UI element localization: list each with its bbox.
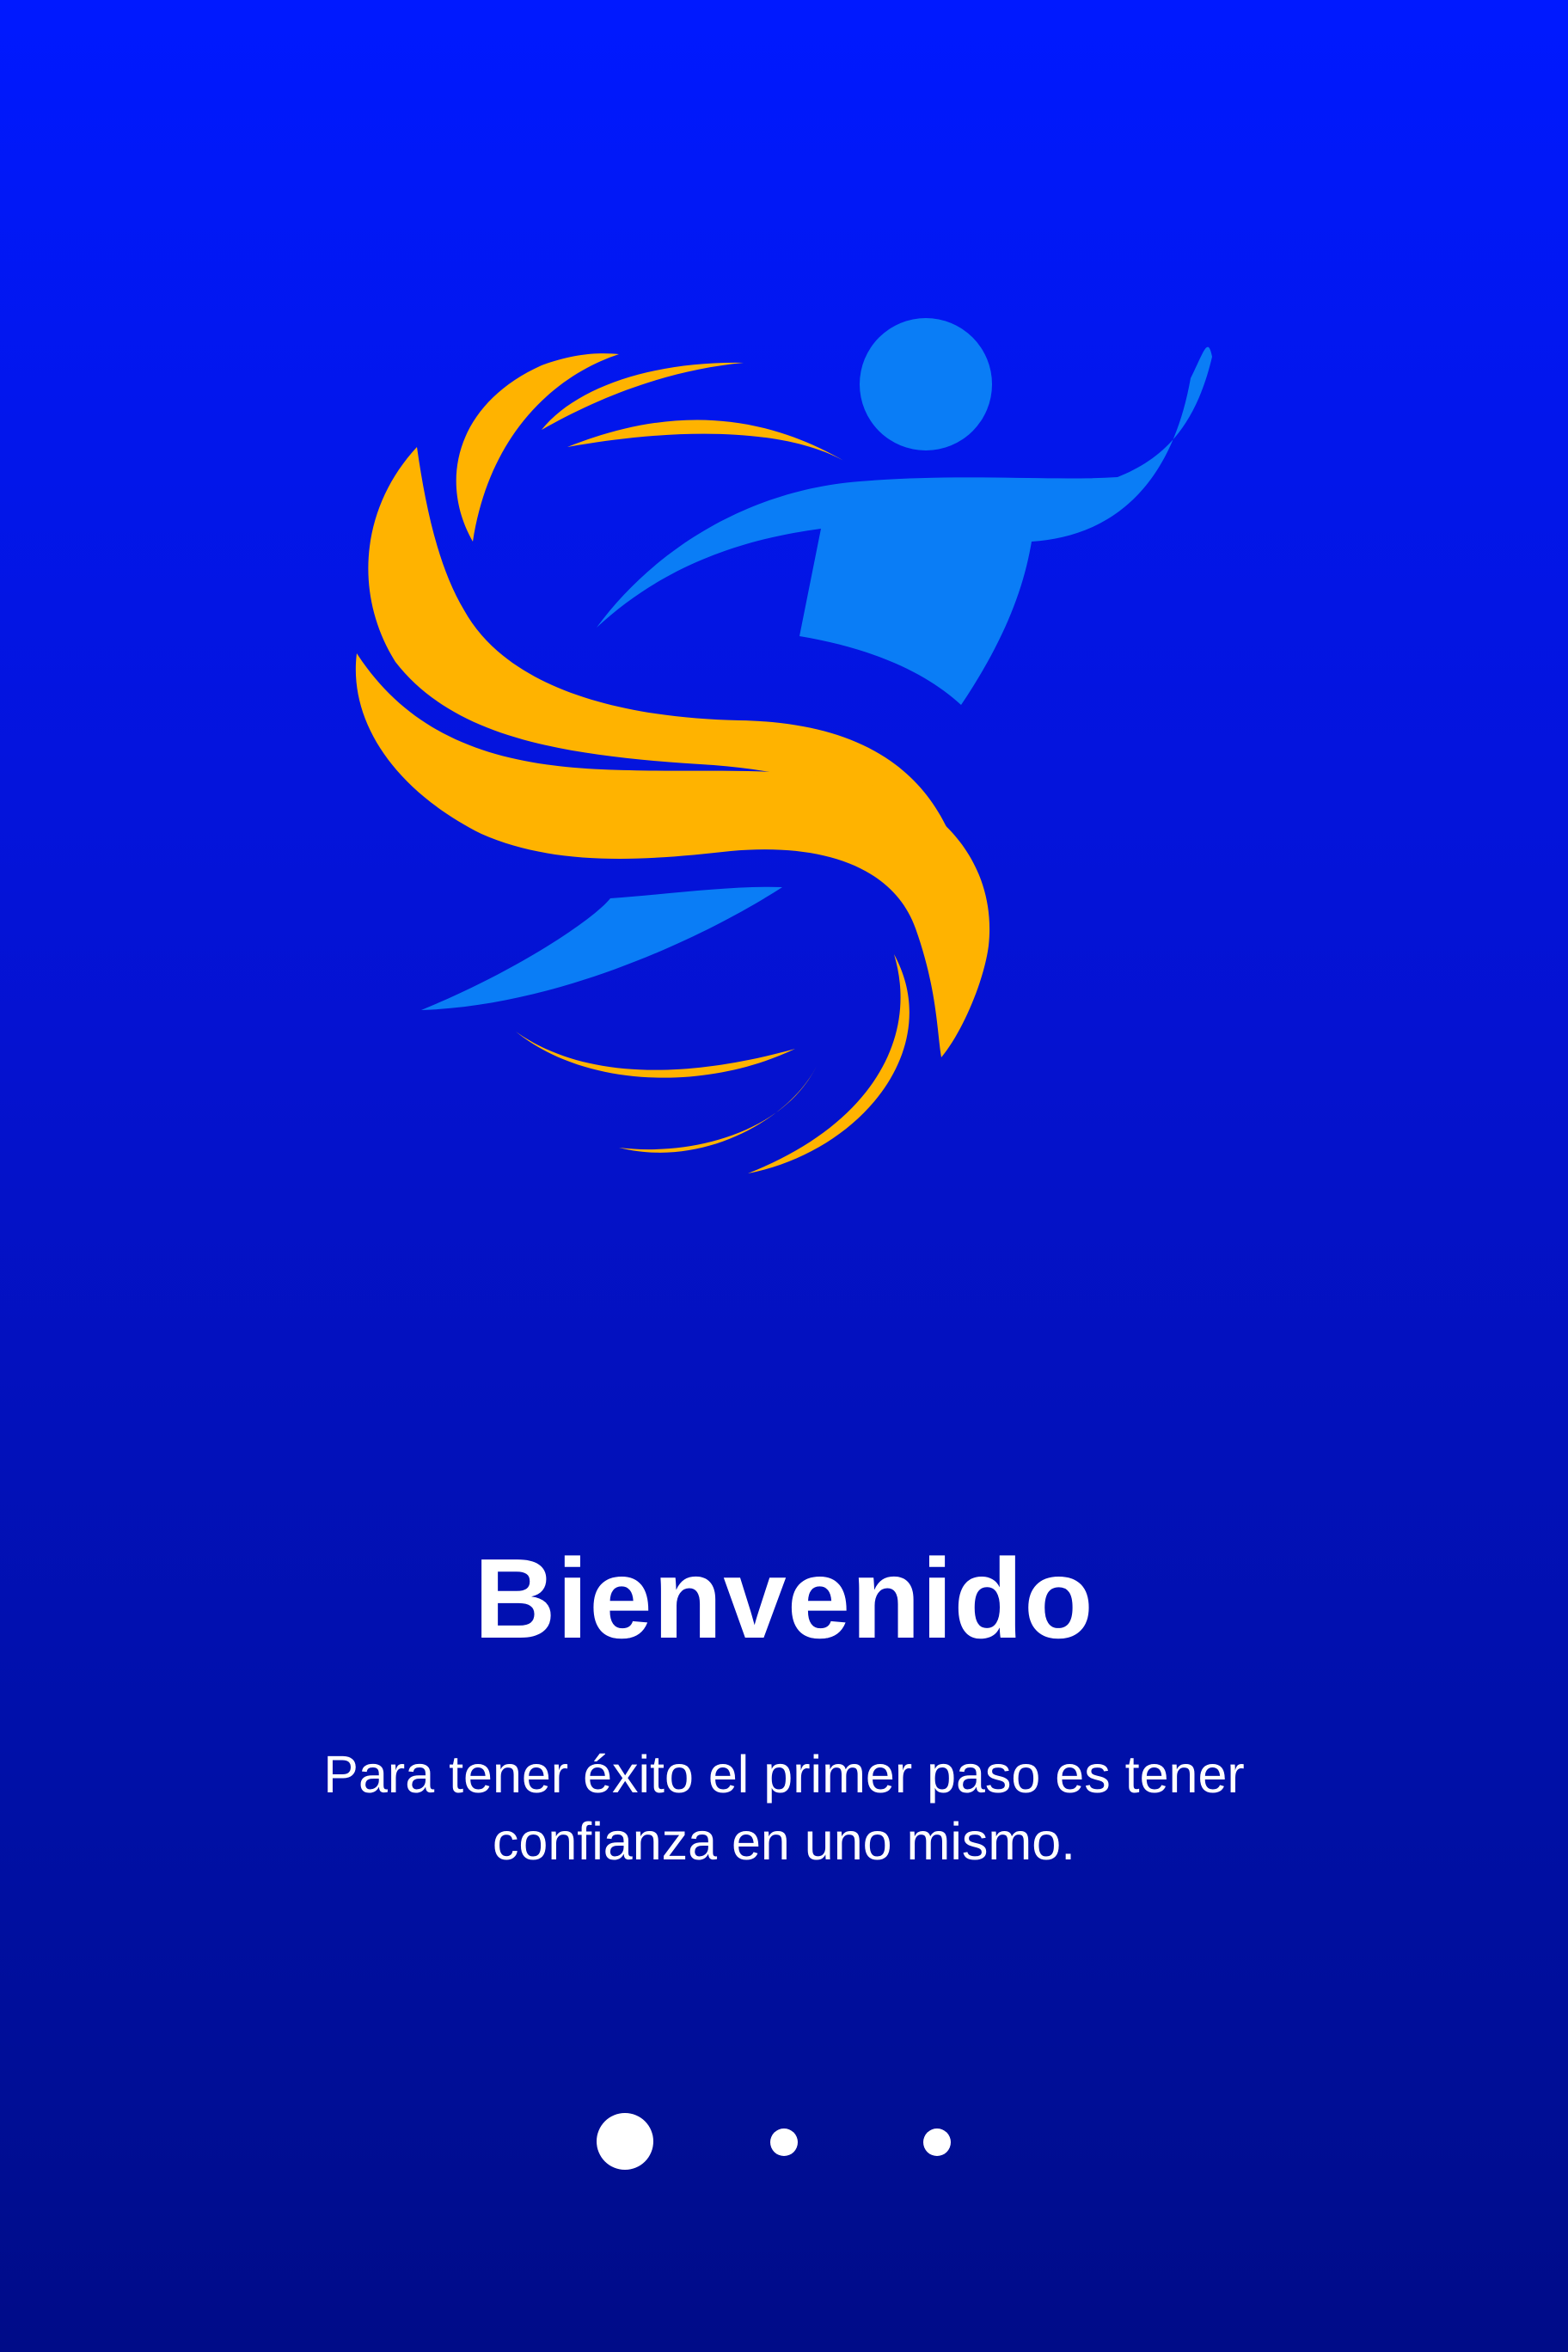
welcome-title: Bienvenido — [474, 1535, 1094, 1662]
welcome-subtitle-line-2: confianza en uno mismo. — [492, 1812, 1076, 1871]
athlete-head — [860, 318, 992, 450]
page-dot-1-active[interactable] — [597, 2113, 653, 2170]
swoosh-lower — [355, 653, 990, 1057]
page-dot-2[interactable] — [770, 2128, 798, 2156]
onboarding-screen: Bienvenido Para tener éxito el primer pa… — [0, 0, 1568, 2352]
swoosh-crescent-4 — [516, 1032, 795, 1078]
page-indicator — [0, 2110, 1568, 2171]
swoosh-crescent-1 — [456, 353, 619, 542]
athlete-leg — [421, 886, 782, 1010]
welcome-subtitle: Para tener éxito el primer paso es tener… — [206, 1741, 1362, 1875]
page-dot-3[interactable] — [923, 2128, 951, 2156]
athlete-swoosh-logo-icon — [344, 309, 1221, 1186]
swoosh-crescent-5 — [619, 1066, 817, 1153]
swoosh-crescent-6 — [748, 954, 910, 1173]
welcome-subtitle-line-1: Para tener éxito el primer paso es tener — [323, 1745, 1245, 1804]
swoosh-crescent-3 — [567, 420, 847, 462]
